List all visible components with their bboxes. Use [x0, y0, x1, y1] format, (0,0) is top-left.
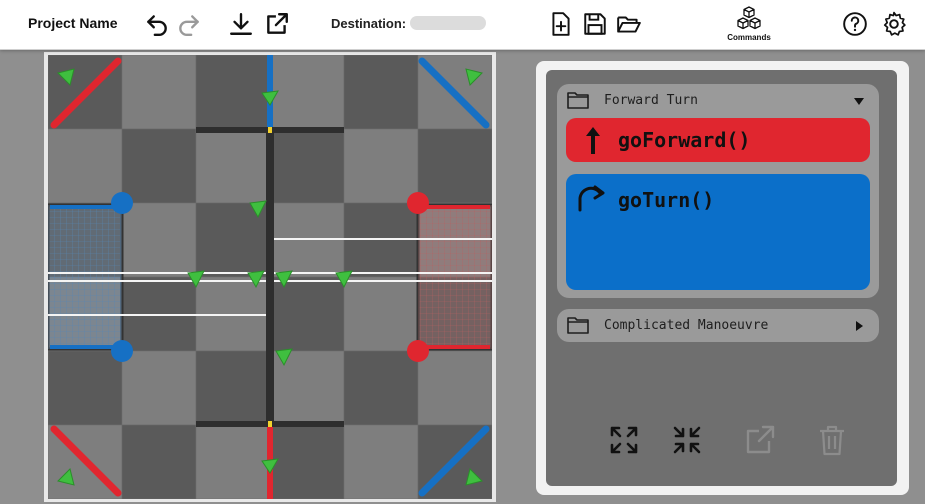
red-goal [416, 203, 492, 351]
field-tile [343, 350, 419, 426]
field-tile [121, 128, 197, 204]
field-tile [343, 128, 419, 204]
command-label: goForward() [618, 128, 751, 152]
collapse-all-icon[interactable] [671, 424, 703, 456]
project-name[interactable]: Project Name [28, 15, 117, 31]
command-group-forward-turn: Forward Turn goForward() goTurn() [557, 84, 879, 298]
commands-cubes-icon [737, 6, 761, 30]
field-tile [195, 128, 271, 204]
field-tile [48, 128, 123, 204]
command-label: goTurn() [618, 188, 715, 212]
open-folder-icon[interactable] [614, 9, 644, 39]
redo-icon[interactable] [174, 9, 204, 39]
expand-all-icon[interactable] [608, 424, 640, 456]
command-group-complicated-manoeuvre: Complicated Manoeuvre [557, 309, 879, 342]
field-tile [48, 350, 123, 426]
field-tile [195, 350, 271, 426]
blue-goal [48, 203, 124, 351]
group-title: Complicated Manoeuvre [604, 318, 769, 333]
field-tile [121, 55, 197, 130]
field-tile [269, 424, 345, 499]
folder-icon [567, 92, 589, 109]
export-icon[interactable] [262, 9, 292, 39]
collapse-toggle-icon[interactable] [853, 95, 865, 107]
field-tile [269, 276, 345, 352]
field-tile [343, 55, 419, 130]
open-external-icon[interactable] [744, 424, 776, 456]
field-tile [417, 128, 492, 204]
field-tile [121, 350, 197, 426]
destination-input[interactable] [410, 16, 486, 30]
new-file-icon[interactable] [546, 9, 576, 39]
destination-label: Destination: [331, 16, 407, 31]
field-graphic [48, 55, 492, 499]
expand-toggle-icon[interactable] [853, 320, 865, 332]
field-tile [417, 350, 492, 426]
field-tile [269, 55, 345, 130]
settings-icon[interactable] [879, 9, 909, 39]
field-tile [121, 202, 197, 278]
help-icon[interactable] [840, 9, 870, 39]
group-title: Forward Turn [604, 93, 698, 108]
top-toolbar: Project Name Destination: Commands [0, 0, 925, 50]
undo-icon[interactable] [142, 9, 172, 39]
arrow-up-icon [586, 127, 600, 154]
save-icon[interactable] [580, 9, 610, 39]
commands-button[interactable]: Commands [722, 6, 776, 46]
command-goforward[interactable]: goForward() [566, 118, 870, 162]
field-tile [343, 276, 419, 352]
trash-icon[interactable] [816, 424, 848, 456]
game-field[interactable] [44, 52, 496, 502]
field-tile [269, 128, 345, 204]
group-header[interactable]: Complicated Manoeuvre [557, 309, 879, 341]
folder-icon [567, 317, 589, 334]
group-header[interactable]: Forward Turn [557, 84, 879, 116]
turn-arrow-icon [578, 185, 605, 212]
field-tile [195, 55, 271, 130]
field-tile [195, 424, 271, 499]
download-icon[interactable] [226, 9, 256, 39]
field-tile [121, 424, 197, 499]
field-tile [269, 350, 345, 426]
command-goturn[interactable]: goTurn() [566, 174, 870, 290]
field-tile [343, 424, 419, 499]
commands-label: Commands [727, 33, 771, 42]
